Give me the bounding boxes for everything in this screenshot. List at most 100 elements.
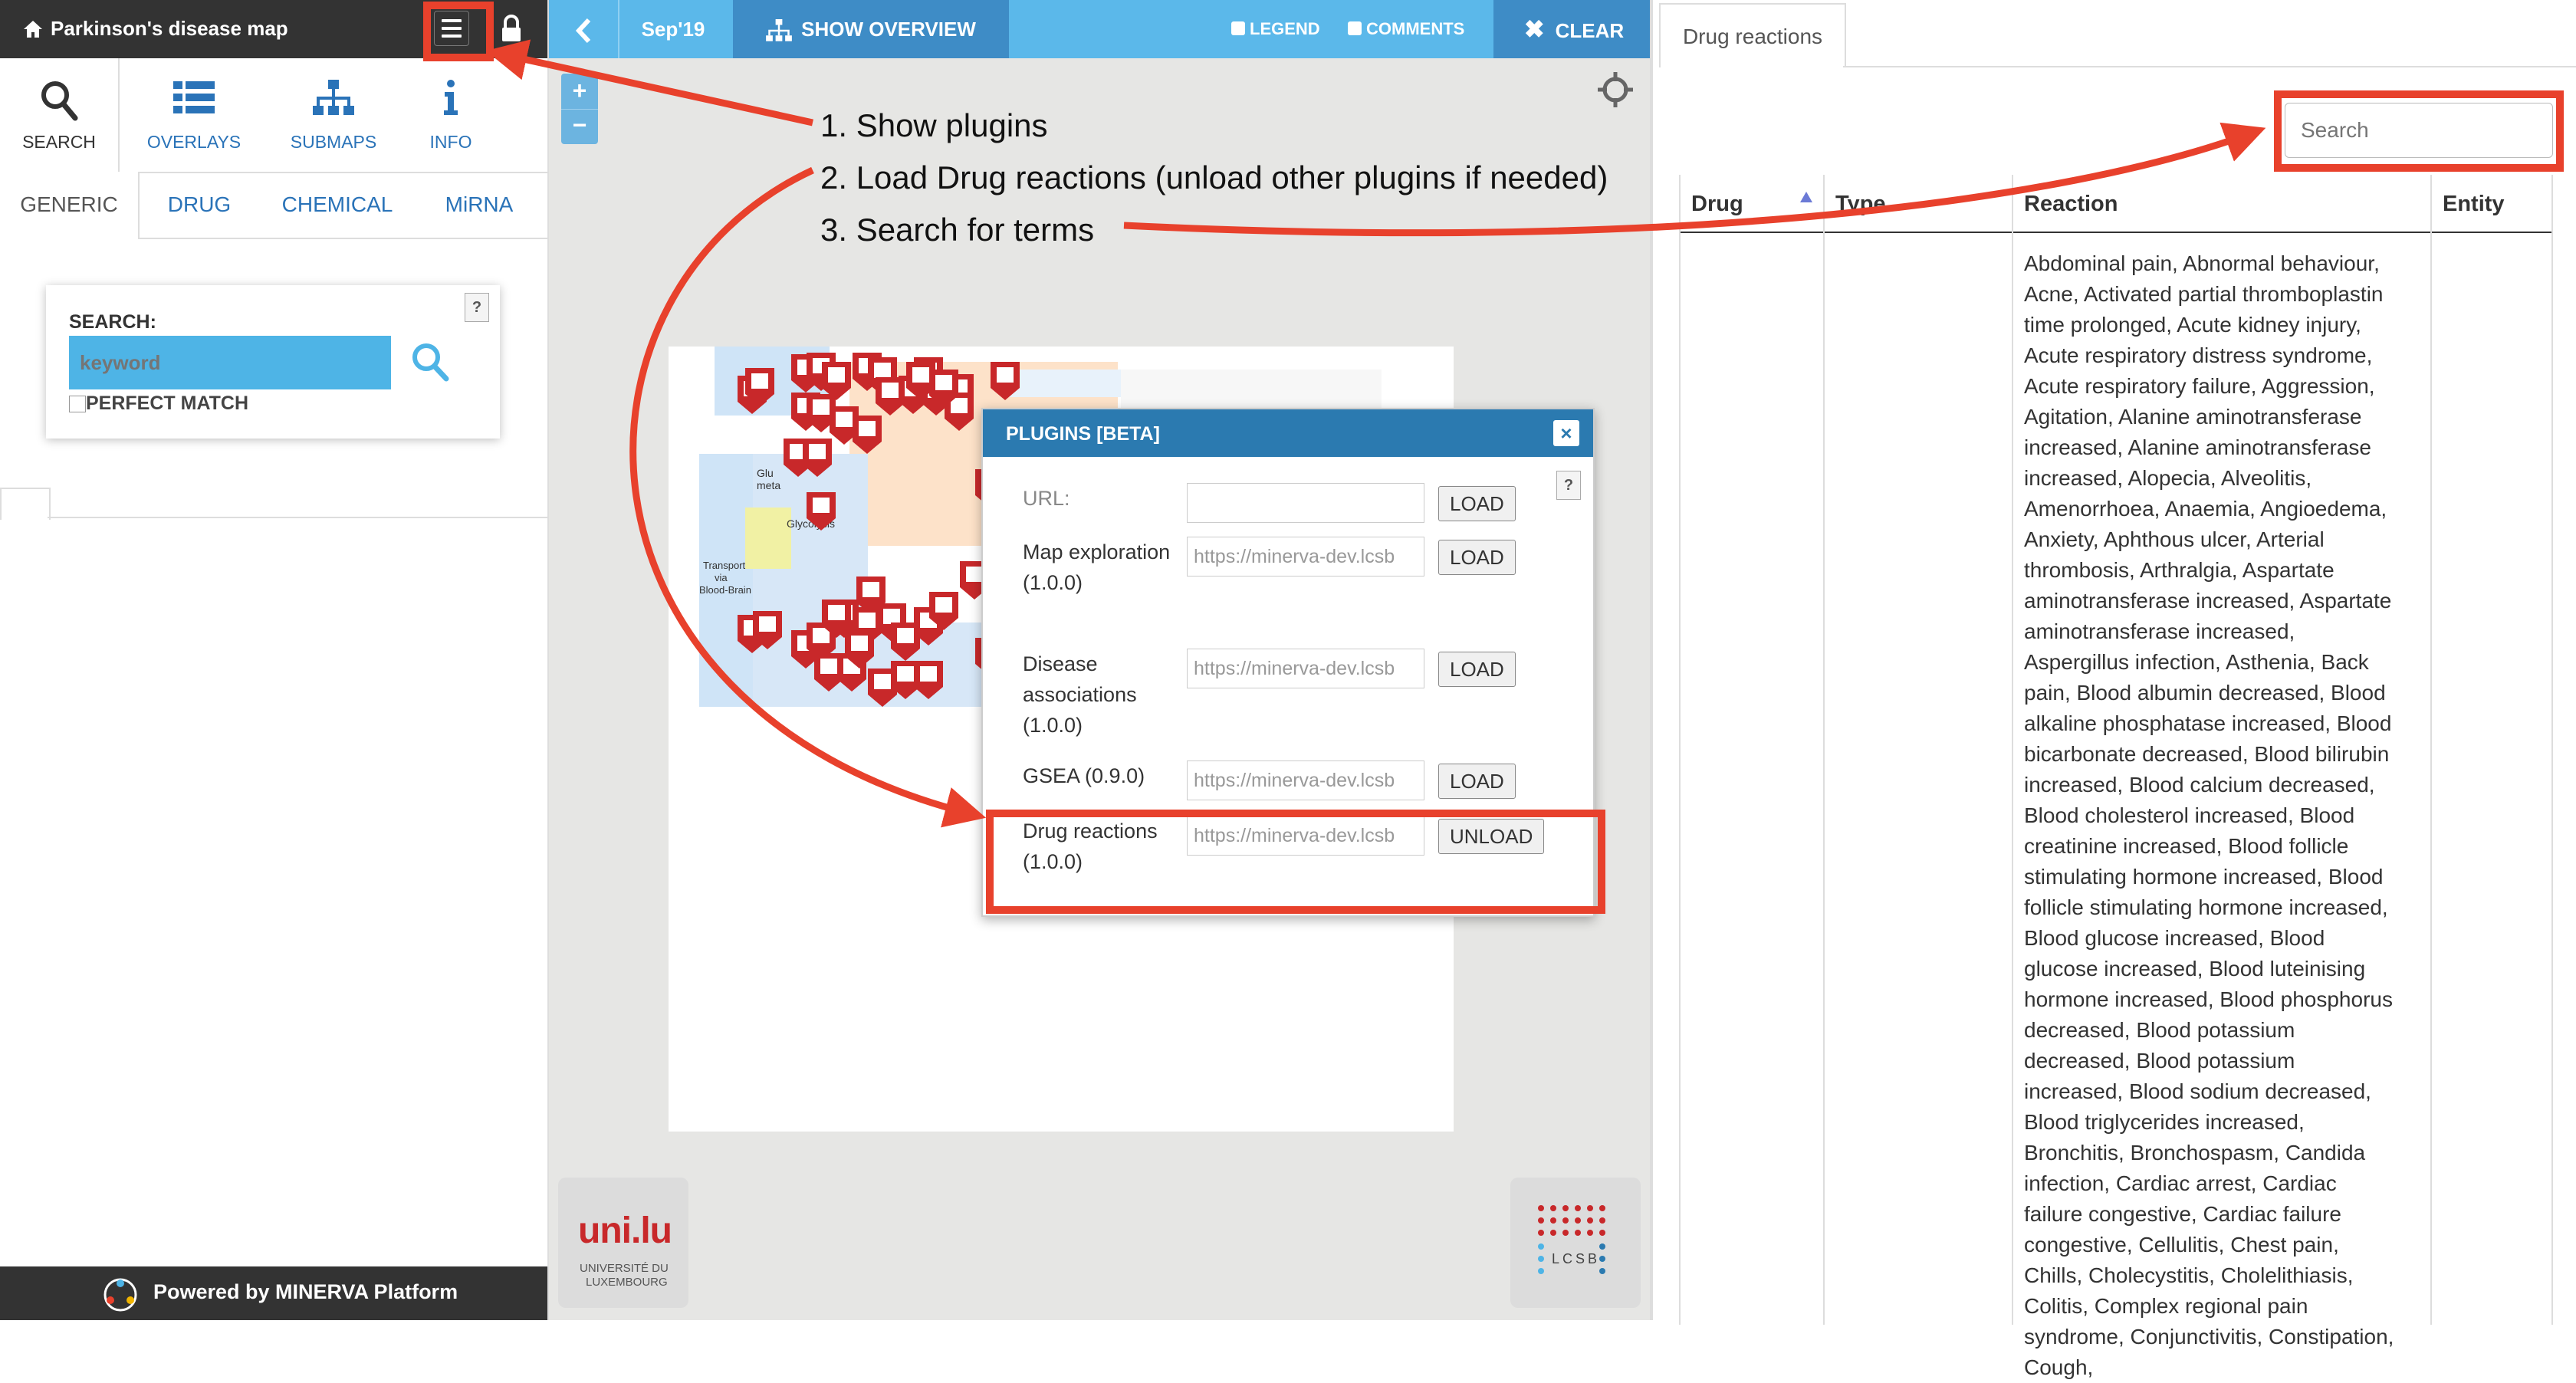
- plugin-url-input[interactable]: https://minerva-dev.lcsb: [1187, 649, 1424, 688]
- clear-button[interactable]: ✖ CLEAR: [1493, 0, 1654, 58]
- tab-search-label: SEARCH: [22, 132, 96, 152]
- tab-search[interactable]: SEARCH: [0, 58, 120, 172]
- plugins-dialog-title: PLUGINS [BETA]: [1006, 423, 1160, 445]
- perfect-match-label: PERFECT MATCH: [86, 393, 249, 414]
- search-submit-icon[interactable]: [409, 340, 451, 382]
- annotation-box-menu: [423, 2, 494, 61]
- list-icon: [173, 81, 215, 113]
- plugin-name: Map exploration (1.0.0): [1023, 540, 1171, 594]
- close-icon: ✖: [1523, 15, 1545, 43]
- tab-submaps[interactable]: SUBMAPS: [268, 58, 399, 172]
- lock-icon[interactable]: [498, 14, 524, 44]
- tab-chemical[interactable]: CHEMICAL: [261, 172, 414, 238]
- plugins-close-button[interactable]: ×: [1553, 420, 1579, 446]
- app-title-text: Parkinson's disease map: [51, 17, 288, 40]
- zoom-out-button[interactable]: −: [561, 109, 598, 145]
- lcsb-logo: LCSB: [1510, 1178, 1641, 1308]
- column-divider: [1679, 175, 1681, 1325]
- map-version-button[interactable]: Sep'19: [619, 0, 727, 58]
- plugin-name: Disease associations (1.0.0): [1023, 652, 1137, 737]
- instruction-step-3: 3. Search for terms: [820, 212, 1095, 248]
- footer: Powered by MINERVA Platform: [0, 1266, 547, 1320]
- lcsb-text: LCSB: [1552, 1251, 1601, 1266]
- comments-toggle[interactable]: COMMENTS: [1348, 0, 1493, 58]
- annotation-box-drug-reactions: [986, 810, 1605, 914]
- right-tab-divider: [1843, 66, 2576, 67]
- tab-info[interactable]: INFO: [406, 58, 495, 172]
- results-tab[interactable]: [0, 488, 51, 520]
- map-compartment: [699, 454, 756, 707]
- map-compartment: [1006, 370, 1121, 397]
- uni-lu-text-1: UNIVERSITÉ DU: [580, 1262, 669, 1275]
- plugin-name: GSEA (0.9.0): [1023, 764, 1145, 787]
- footer-text[interactable]: Powered by MINERVA Platform: [153, 1280, 458, 1304]
- tab-drug-reactions[interactable]: Drug reactions: [1659, 3, 1846, 67]
- legend-toggle[interactable]: LEGEND: [1231, 0, 1346, 58]
- map-label: Transport: [703, 560, 746, 571]
- search-label: SEARCH:: [69, 311, 156, 333]
- plugin-load-button[interactable]: LOAD: [1438, 652, 1516, 687]
- map-compartment: [745, 508, 791, 569]
- perfect-match-checkbox[interactable]: [69, 396, 86, 412]
- map-label: Glu: [757, 467, 774, 479]
- keyword-input[interactable]: [69, 336, 391, 389]
- search-icon: [41, 81, 78, 121]
- plugins-dialog-header: PLUGINS [BETA] ×: [983, 409, 1593, 457]
- clear-label: CLEAR: [1555, 19, 1625, 42]
- search-card: SEARCH: PERFECT MATCH ?: [46, 285, 500, 439]
- plugin-load-button[interactable]: LOAD: [1438, 486, 1516, 521]
- home-icon: [24, 20, 42, 38]
- plugin-load-button[interactable]: LOAD: [1438, 540, 1516, 575]
- column-header-reaction[interactable]: Reaction: [2012, 175, 2430, 233]
- instruction-list: 1. Show plugins 2. Load Drug reactions (…: [820, 100, 1608, 256]
- back-button[interactable]: [549, 0, 619, 58]
- column-header-type[interactable]: Type: [1823, 175, 2012, 233]
- column-divider: [2430, 175, 2432, 1325]
- column-divider: [2551, 175, 2553, 1325]
- tab-mirna[interactable]: MiRNA: [422, 172, 537, 238]
- comments-label: COMMENTS: [1366, 19, 1465, 38]
- zoom-control: + −: [561, 74, 598, 144]
- main-tabs: SEARCH OVERLAYS SUBMAPS INFO: [0, 58, 547, 173]
- app-title[interactable]: Parkinson's disease map: [23, 17, 288, 41]
- plugin-url-input[interactable]: [1187, 483, 1424, 523]
- chevron-left-icon: [575, 18, 591, 44]
- minerva-logo-icon: [104, 1278, 137, 1312]
- column-header-entity[interactable]: Entity: [2430, 175, 2553, 233]
- tab-generic[interactable]: GENERIC: [0, 172, 140, 239]
- show-overview-label: SHOW OVERVIEW: [801, 18, 976, 41]
- plugins-help-button[interactable]: ?: [1556, 471, 1581, 500]
- tab-overlays[interactable]: OVERLAYS: [123, 58, 265, 172]
- drug-reactions-table: Drug Type Reaction Entity Abdominal pain…: [1679, 175, 2553, 1379]
- uni-lu-text-2: LUXEMBOURG: [586, 1276, 668, 1289]
- sitemap-icon: [313, 80, 354, 115]
- plugin-url-input[interactable]: https://minerva-dev.lcsb: [1187, 537, 1424, 577]
- show-overview-button[interactable]: SHOW OVERVIEW: [733, 0, 1009, 58]
- tab-submaps-label: SUBMAPS: [290, 132, 377, 152]
- map-label: Blood-Brain: [699, 584, 751, 596]
- map-label: via: [715, 572, 728, 583]
- instruction-step-1: 1. Show plugins: [820, 107, 1048, 143]
- uni-lu-wordmark: uni.lu: [578, 1211, 672, 1251]
- reaction-cell: Abdominal pain, Abnormal behaviour, Acne…: [2024, 251, 2394, 1379]
- column-header-label: Drug: [1691, 192, 1743, 216]
- legend-label: LEGEND: [1250, 19, 1320, 38]
- map-toolbar: Sep'19 SHOW OVERVIEW LEGEND COMMENTS ✖ CL…: [549, 0, 1654, 58]
- annotation-box-search: [2274, 90, 2564, 172]
- info-icon: [444, 80, 458, 115]
- column-divider: [1823, 175, 1825, 1325]
- zoom-in-button[interactable]: +: [561, 74, 598, 109]
- instruction-step-2: 2. Load Drug reactions (unload other plu…: [820, 159, 1608, 195]
- sort-asc-icon: [1800, 192, 1812, 202]
- tab-overlays-label: OVERLAYS: [146, 132, 242, 152]
- search-help-button[interactable]: ?: [465, 293, 489, 322]
- plugin-url-input[interactable]: https://minerva-dev.lcsb: [1187, 760, 1424, 800]
- column-header-drug[interactable]: Drug: [1679, 175, 1823, 233]
- lcsb-dots-icon: [1538, 1205, 1605, 1274]
- legend-checkbox[interactable]: [1231, 21, 1245, 36]
- comments-checkbox[interactable]: [1348, 21, 1362, 36]
- results-tab-divider: [48, 517, 547, 518]
- plugin-load-button[interactable]: LOAD: [1438, 764, 1516, 799]
- tab-drug[interactable]: DRUG: [146, 172, 253, 238]
- tab-info-label: INFO: [429, 132, 472, 152]
